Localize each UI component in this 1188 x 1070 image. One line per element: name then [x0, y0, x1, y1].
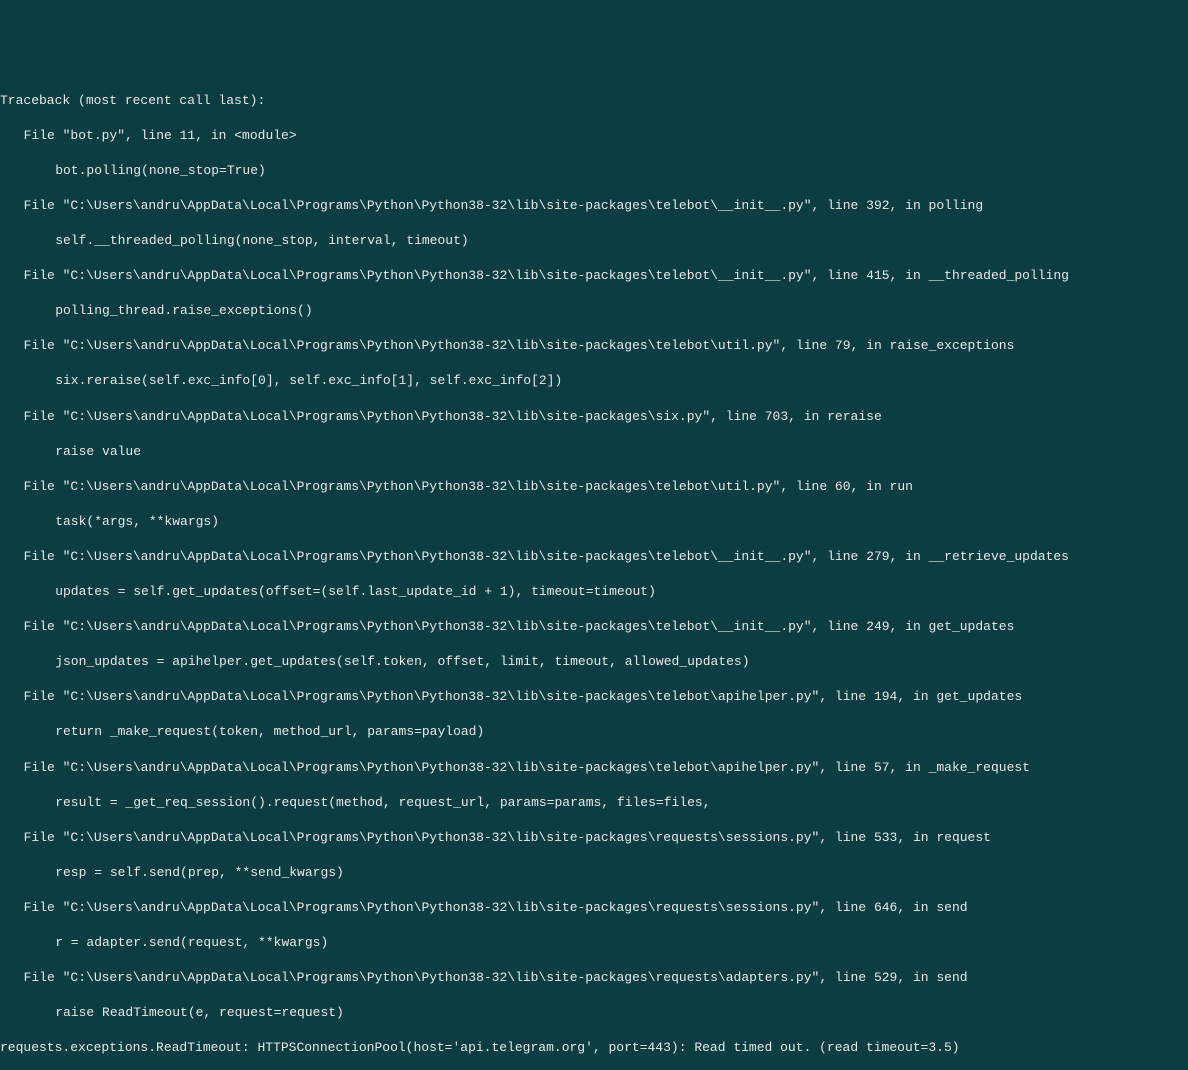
traceback-code-line: json_updates = apihelper.get_updates(sel… — [0, 653, 1188, 671]
traceback-code-line: return _make_request(token, method_url, … — [0, 723, 1188, 741]
traceback-file-line: File "C:\Users\andru\AppData\Local\Progr… — [0, 478, 1188, 496]
traceback-code-line: polling_thread.raise_exceptions() — [0, 302, 1188, 320]
traceback-code-line: six.reraise(self.exc_info[0], self.exc_i… — [0, 372, 1188, 390]
traceback-file-line: File "C:\Users\andru\AppData\Local\Progr… — [0, 408, 1188, 426]
traceback-file-line: File "C:\Users\andru\AppData\Local\Progr… — [0, 548, 1188, 566]
traceback-code-line: self.__threaded_polling(none_stop, inter… — [0, 232, 1188, 250]
traceback-file-line: File "C:\Users\andru\AppData\Local\Progr… — [0, 337, 1188, 355]
traceback-header: Traceback (most recent call last): — [0, 92, 1188, 110]
traceback-code-line: resp = self.send(prep, **send_kwargs) — [0, 864, 1188, 882]
traceback-code-line: updates = self.get_updates(offset=(self.… — [0, 583, 1188, 601]
traceback-code-line: raise ReadTimeout(e, request=request) — [0, 1004, 1188, 1022]
traceback-file-line: File "C:\Users\andru\AppData\Local\Progr… — [0, 197, 1188, 215]
traceback-file-line: File "C:\Users\andru\AppData\Local\Progr… — [0, 829, 1188, 847]
traceback-code-line: task(*args, **kwargs) — [0, 513, 1188, 531]
traceback-file-line: File "C:\Users\andru\AppData\Local\Progr… — [0, 267, 1188, 285]
traceback-file-line: File "C:\Users\andru\AppData\Local\Progr… — [0, 688, 1188, 706]
traceback-code-line: result = _get_req_session().request(meth… — [0, 794, 1188, 812]
traceback-exception: requests.exceptions.ReadTimeout: HTTPSCo… — [0, 1039, 1188, 1057]
traceback-code-line: raise value — [0, 443, 1188, 461]
terminal-output: Traceback (most recent call last): File … — [0, 74, 1188, 1070]
traceback-file-line: File "C:\Users\andru\AppData\Local\Progr… — [0, 618, 1188, 636]
traceback-file-line: File "bot.py", line 11, in <module> — [0, 127, 1188, 145]
traceback-code-line: r = adapter.send(request, **kwargs) — [0, 934, 1188, 952]
traceback-file-line: File "C:\Users\andru\AppData\Local\Progr… — [0, 759, 1188, 777]
traceback-file-line: File "C:\Users\andru\AppData\Local\Progr… — [0, 899, 1188, 917]
traceback-code-line: bot.polling(none_stop=True) — [0, 162, 1188, 180]
traceback-file-line: File "C:\Users\andru\AppData\Local\Progr… — [0, 969, 1188, 987]
